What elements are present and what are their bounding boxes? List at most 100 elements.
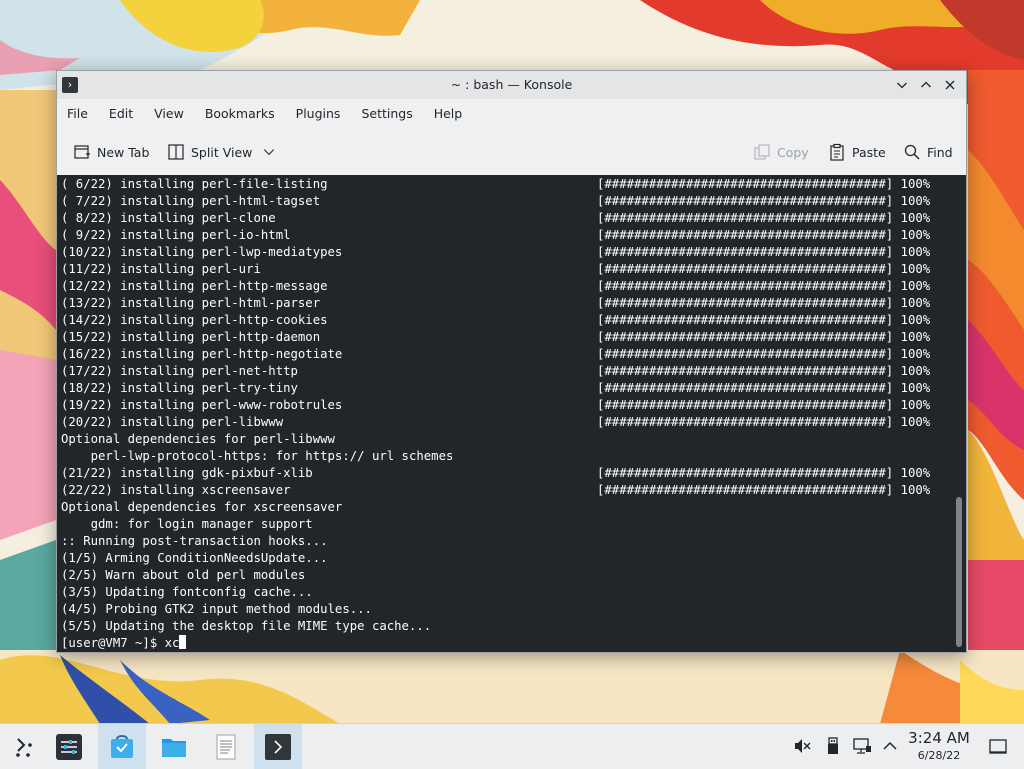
terminal-line-text: ( 7/22) installing perl-html-tagset: [61, 194, 321, 208]
menu-help[interactable]: Help: [426, 99, 471, 129]
terminal-scrollbar[interactable]: [956, 497, 962, 647]
terminal-line-text: (10/22) installing perl-lwp-mediatypes: [61, 245, 343, 259]
terminal-line-text: (17/22) installing perl-net-http: [61, 364, 298, 378]
command-input[interactable]: xc: [165, 636, 180, 650]
folder-icon: [162, 738, 186, 757]
terminal-line: ( 9/22) installing perl-io-html [########…: [61, 227, 952, 244]
document-icon: [216, 734, 236, 759]
progress-bar-text: [######################################]…: [597, 330, 931, 344]
window-title: ~ : bash — Konsole: [450, 77, 573, 92]
terminal-line: Optional dependencies for xscreensaver: [61, 499, 952, 516]
menu-file[interactable]: File: [59, 99, 96, 129]
close-button[interactable]: [938, 71, 962, 99]
close-icon: [945, 80, 955, 90]
discover-store-icon: [111, 734, 133, 758]
terminal-line: ( 8/22) installing perl-clone [##########…: [61, 210, 952, 227]
taskbar-konsole[interactable]: [254, 724, 302, 769]
launcher-icon: [16, 737, 32, 757]
window-controls: [890, 71, 962, 99]
terminal-line: gdm: for login manager support: [61, 516, 952, 533]
terminal-line-text: (15/22) installing perl-http-daemon: [61, 330, 321, 344]
application-launcher-button[interactable]: [0, 724, 48, 769]
terminal-line: ( 6/22) installing perl-file-listing [###…: [61, 176, 952, 193]
terminal-line-text: (16/22) installing perl-http-negotiate: [61, 347, 343, 361]
terminal-line-text: :: Running post-transaction hooks...: [61, 534, 328, 548]
terminal-line-text: (22/22) installing xscreensaver: [61, 483, 291, 497]
terminal-line-text: (2/5) Warn about old perl modules: [61, 568, 306, 582]
network-wired-icon[interactable]: [852, 736, 872, 756]
terminal-line: (4/5) Probing GTK2 input method modules.…: [61, 601, 952, 618]
minimize-button[interactable]: [890, 71, 914, 99]
menu-bookmarks[interactable]: Bookmarks: [197, 99, 283, 129]
settings-sliders-icon: [56, 733, 82, 760]
text-cursor: [179, 635, 187, 649]
clock-time[interactable]: 3:24 AM: [908, 729, 970, 747]
split-view-icon: [168, 144, 184, 160]
terminal-line-text: Optional dependencies for xscreensaver: [61, 500, 343, 514]
terminal-line-text: (19/22) installing perl-www-robotrules: [61, 398, 343, 412]
terminal-output: ( 6/22) installing perl-file-listing [###…: [61, 176, 952, 652]
usb-icon[interactable]: [823, 736, 843, 756]
copy-icon: [754, 144, 770, 160]
clock-date[interactable]: 6/28/22: [908, 749, 970, 762]
paste-icon: [830, 143, 844, 161]
progress-bar-text: [######################################]…: [597, 296, 931, 310]
terminal-line-text: (20/22) installing perl-libwww: [61, 415, 284, 429]
progress-bar-text: [######################################]…: [597, 398, 931, 412]
terminal-line: (16/22) installing perl-http-negotiate [#…: [61, 346, 952, 363]
progress-bar-text: [######################################]…: [597, 279, 931, 293]
terminal-line: :: Running post-transaction hooks...: [61, 533, 952, 550]
search-icon: [904, 144, 920, 160]
terminal-line: (12/22) installing perl-http-message [###…: [61, 278, 952, 295]
title-bar[interactable]: › ~ : bash — Konsole: [57, 71, 966, 99]
find-label: Find: [927, 144, 953, 160]
progress-bar-text: [######################################]…: [597, 194, 931, 208]
progress-bar-text: [######################################]…: [597, 228, 931, 242]
prompt-line[interactable]: [user@VM7 ~]$ xc: [61, 635, 952, 652]
taskbar-text-editor[interactable]: [202, 724, 250, 769]
new-tab-button[interactable]: New Tab: [73, 139, 149, 165]
terminal-line: perl-lwp-protocol-https: for https:// ur…: [61, 448, 952, 465]
menu-plugins[interactable]: Plugins: [288, 99, 349, 129]
chevron-up-icon: [921, 81, 931, 88]
terminal-line-text: (12/22) installing perl-http-message: [61, 279, 328, 293]
taskbar-system-settings[interactable]: [45, 724, 93, 769]
shell-prompt: [user@VM7 ~]$: [61, 636, 165, 650]
terminal-line-text: (3/5) Updating fontconfig cache...: [61, 585, 313, 599]
terminal-view[interactable]: ( 6/22) installing perl-file-listing [###…: [57, 175, 966, 652]
progress-bar-text: [######################################]…: [597, 211, 931, 225]
new-tab-label: New Tab: [97, 144, 150, 160]
terminal-line: (19/22) installing perl-www-robotrules [#…: [61, 397, 952, 414]
terminal-line: ( 7/22) installing perl-html-tagset [####…: [61, 193, 952, 210]
terminal-icon: [265, 733, 291, 760]
terminal-line-text: (14/22) installing perl-http-cookies: [61, 313, 328, 327]
terminal-line: (17/22) installing perl-net-http [#######…: [61, 363, 952, 380]
terminal-line: (18/22) installing perl-try-tiny [#######…: [61, 380, 952, 397]
terminal-line: (11/22) installing perl-uri [############…: [61, 261, 952, 278]
terminal-line-text: (4/5) Probing GTK2 input method modules.…: [61, 602, 372, 616]
menu-edit[interactable]: Edit: [101, 99, 141, 129]
copy-button[interactable]: Copy: [753, 139, 809, 165]
volume-muted-icon[interactable]: [792, 736, 812, 756]
progress-bar-text: [######################################]…: [597, 245, 931, 259]
show-desktop-icon[interactable]: [988, 737, 1008, 757]
terminal-line-text: (11/22) installing perl-uri: [61, 262, 261, 276]
terminal-line: (22/22) installing xscreensaver [########…: [61, 482, 952, 499]
chevron-down-icon: [264, 149, 275, 156]
maximize-button[interactable]: [914, 71, 938, 99]
split-view-button[interactable]: Split View: [167, 139, 282, 165]
taskbar-dolphin[interactable]: [150, 724, 198, 769]
menu-view[interactable]: View: [146, 99, 192, 129]
tray-expand-icon[interactable]: [880, 736, 900, 756]
paste-button[interactable]: Paste: [828, 139, 886, 165]
menu-settings[interactable]: Settings: [353, 99, 420, 129]
progress-bar-text: [######################################]…: [597, 364, 931, 378]
taskbar-discover[interactable]: [98, 724, 146, 769]
terminal-line: (2/5) Warn about old perl modules: [61, 567, 952, 584]
chevron-down-icon: [897, 82, 907, 89]
terminal-line: (5/5) Updating the desktop file MIME typ…: [61, 618, 952, 635]
terminal-line-text: perl-lwp-protocol-https: for https:// ur…: [61, 449, 454, 463]
find-button[interactable]: Find: [903, 139, 953, 165]
terminal-line: (3/5) Updating fontconfig cache...: [61, 584, 952, 601]
menu-bar: File Edit View Bookmarks Plugins Setting…: [57, 99, 966, 129]
